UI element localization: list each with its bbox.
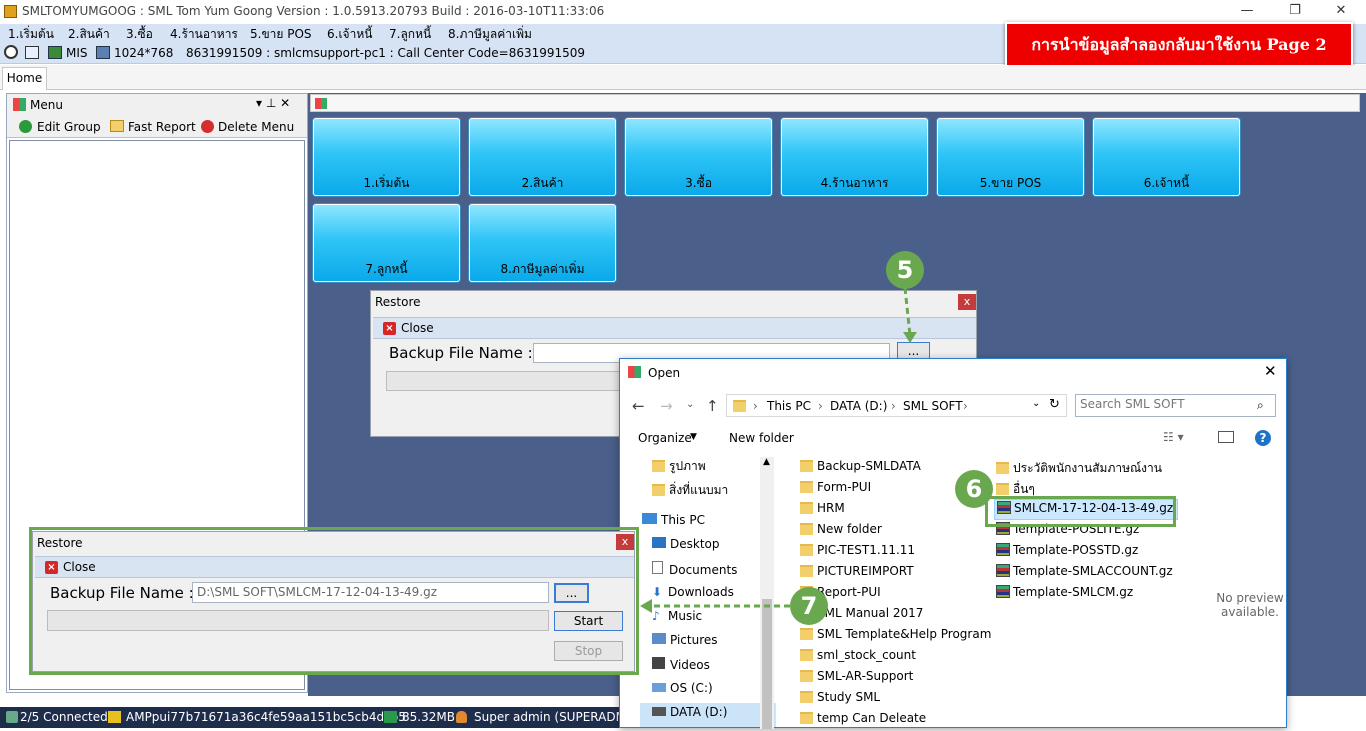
step-5-marker: 5	[886, 251, 924, 289]
annotation-arrows	[640, 287, 917, 613]
step-6-marker: 6	[955, 470, 993, 508]
step-7-marker: 7	[790, 587, 828, 625]
